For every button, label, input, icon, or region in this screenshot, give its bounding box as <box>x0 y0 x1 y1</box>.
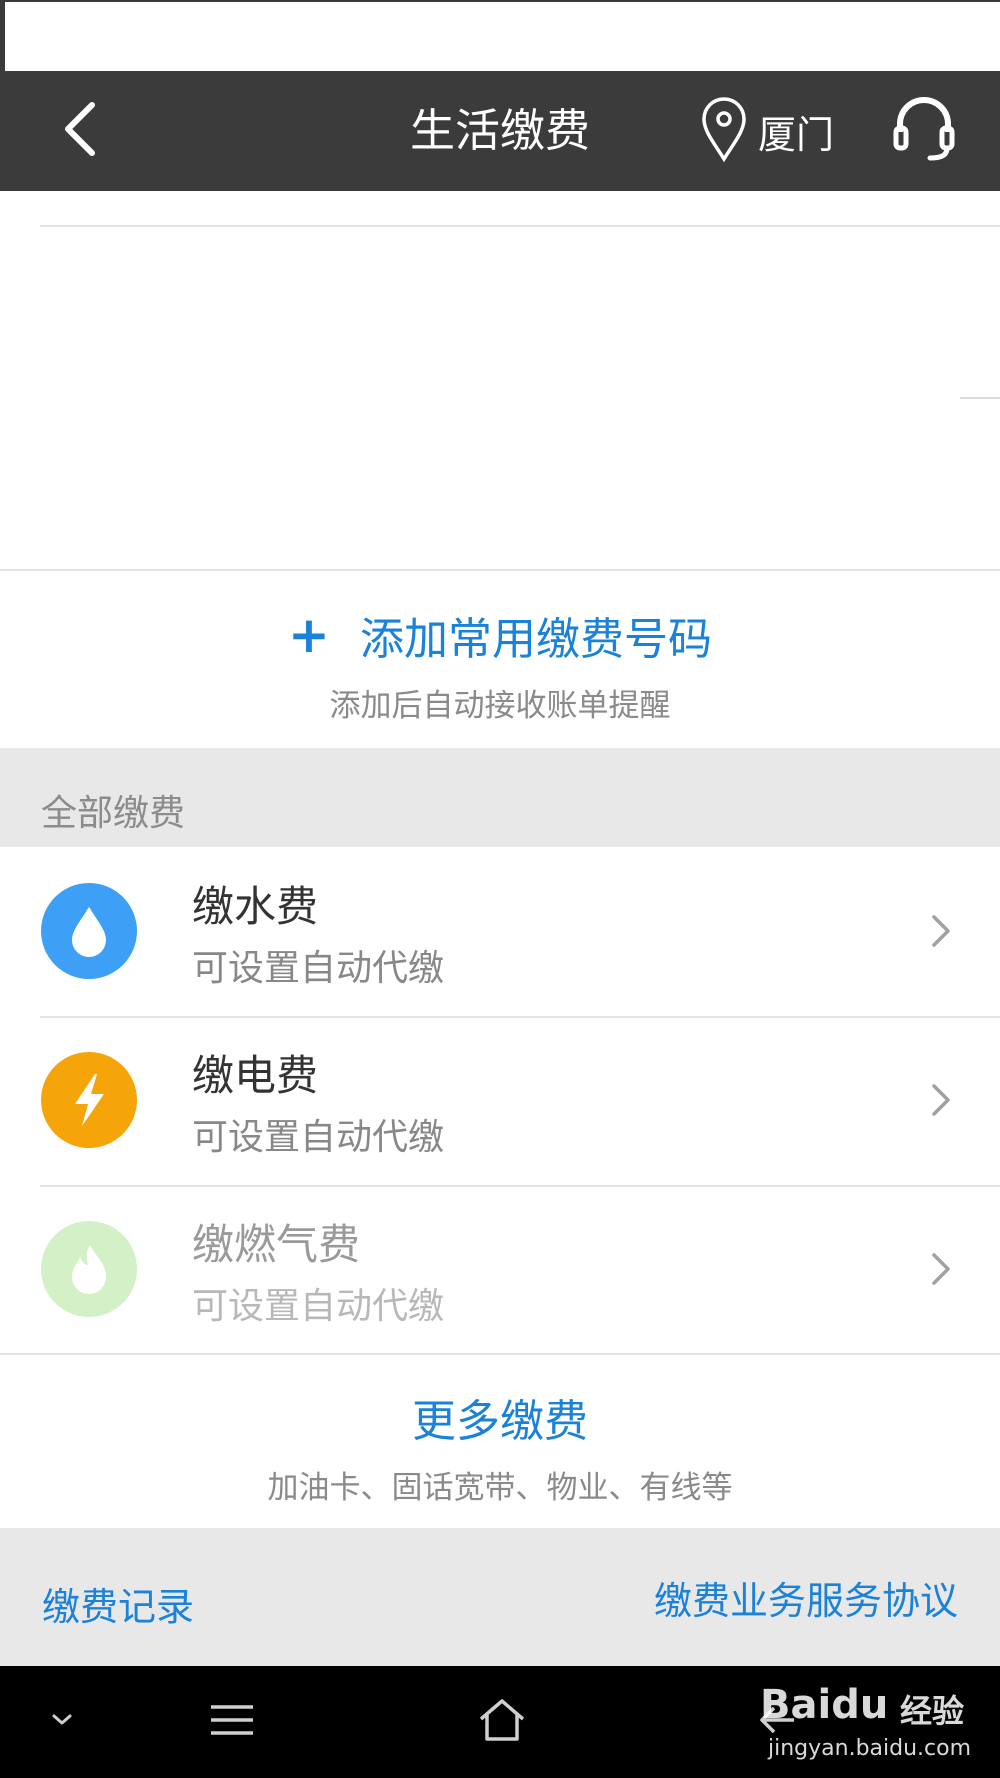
location-name: 厦门 <box>758 112 835 157</box>
water-drop-icon <box>41 883 137 979</box>
more-payments-title: 更多缴费 <box>412 1396 588 1447</box>
watermark-cn: 经验 <box>900 1692 965 1730</box>
payment-records-link[interactable]: 缴费记录 <box>42 1576 194 1631</box>
chevron-right-icon <box>926 911 956 951</box>
watermark-brand: Baidu <box>760 1682 889 1728</box>
location-selector[interactable]: 厦门 <box>700 95 834 167</box>
flame-icon <box>41 1221 137 1317</box>
back-button[interactable] <box>40 89 120 173</box>
customer-service-button[interactable] <box>886 93 962 169</box>
screen: 生活缴费 厦门 + 添加常用缴费号码 添加后自动接收账单提醒 全部缴费 缴水费 … <box>0 0 1000 1778</box>
watermark-url: jingyan.baidu.com <box>768 1736 972 1761</box>
divider <box>960 397 1000 399</box>
more-payments-hint: 加油卡、固话宽带、物业、有线等 <box>267 1470 733 1506</box>
service-agreement-link[interactable]: 缴费业务服务协议 <box>654 1570 958 1625</box>
item-subtitle: 可设置自动代缴 <box>192 948 445 989</box>
menu-icon <box>207 1702 257 1742</box>
add-payment-number-button[interactable]: + 添加常用缴费号码 添加后自动接收账单提醒 <box>0 573 1000 748</box>
headset-icon <box>892 94 956 168</box>
add-payment-number-title: + 添加常用缴费号码 <box>0 603 1000 667</box>
nav-home-button[interactable] <box>470 1686 534 1758</box>
map-pin-icon <box>700 95 748 167</box>
lightning-icon <box>41 1052 137 1148</box>
chevron-down-icon <box>50 1712 74 1732</box>
page-title: 生活缴费 <box>409 104 590 157</box>
chevron-right-icon <box>926 1080 956 1120</box>
section-header: 全部缴费 <box>0 748 1000 847</box>
home-icon <box>477 1697 527 1747</box>
list-item-water[interactable]: 缴水费 可设置自动代缴 <box>0 847 1000 1016</box>
item-title: 缴水费 <box>192 882 319 931</box>
item-subtitle: 可设置自动代缴 <box>192 1117 445 1158</box>
divider <box>0 569 1000 571</box>
item-subtitle: 可设置自动代缴 <box>192 1286 445 1327</box>
saved-accounts-area <box>0 191 1000 571</box>
top-bar: 生活缴费 厦门 <box>0 71 1000 191</box>
payment-list: 缴水费 可设置自动代缴 缴电费 可设置自动代缴 缴燃气费 可设置自动代缴 <box>0 847 1000 1354</box>
add-payment-number-hint: 添加后自动接收账单提醒 <box>329 688 671 724</box>
chevron-right-icon <box>926 1249 956 1289</box>
list-item-electricity[interactable]: 缴电费 可设置自动代缴 <box>0 1016 1000 1185</box>
nav-menu-button[interactable] <box>200 1686 264 1758</box>
section-title: 全部缴费 <box>41 793 186 834</box>
baidu-jingyan-watermark: Baidu 经验 jingyan.baidu.com <box>760 1674 990 1770</box>
chevron-left-icon <box>60 101 100 161</box>
footer: 缴费记录 缴费业务服务协议 <box>0 1528 1000 1666</box>
plus-icon: + <box>288 606 330 664</box>
nav-collapse-button[interactable] <box>40 1686 84 1758</box>
list-item-gas[interactable]: 缴燃气费 可设置自动代缴 <box>0 1185 1000 1354</box>
add-payment-number-label: 添加常用缴费号码 <box>359 614 712 665</box>
item-title: 缴燃气费 <box>192 1220 361 1269</box>
system-nav-bar: Baidu 经验 jingyan.baidu.com <box>0 1666 1000 1778</box>
item-title: 缴电费 <box>192 1051 319 1100</box>
status-strip <box>0 0 1000 71</box>
divider <box>40 225 1000 227</box>
more-payments-button[interactable]: 更多缴费 加油卡、固话宽带、物业、有线等 <box>0 1355 1000 1528</box>
